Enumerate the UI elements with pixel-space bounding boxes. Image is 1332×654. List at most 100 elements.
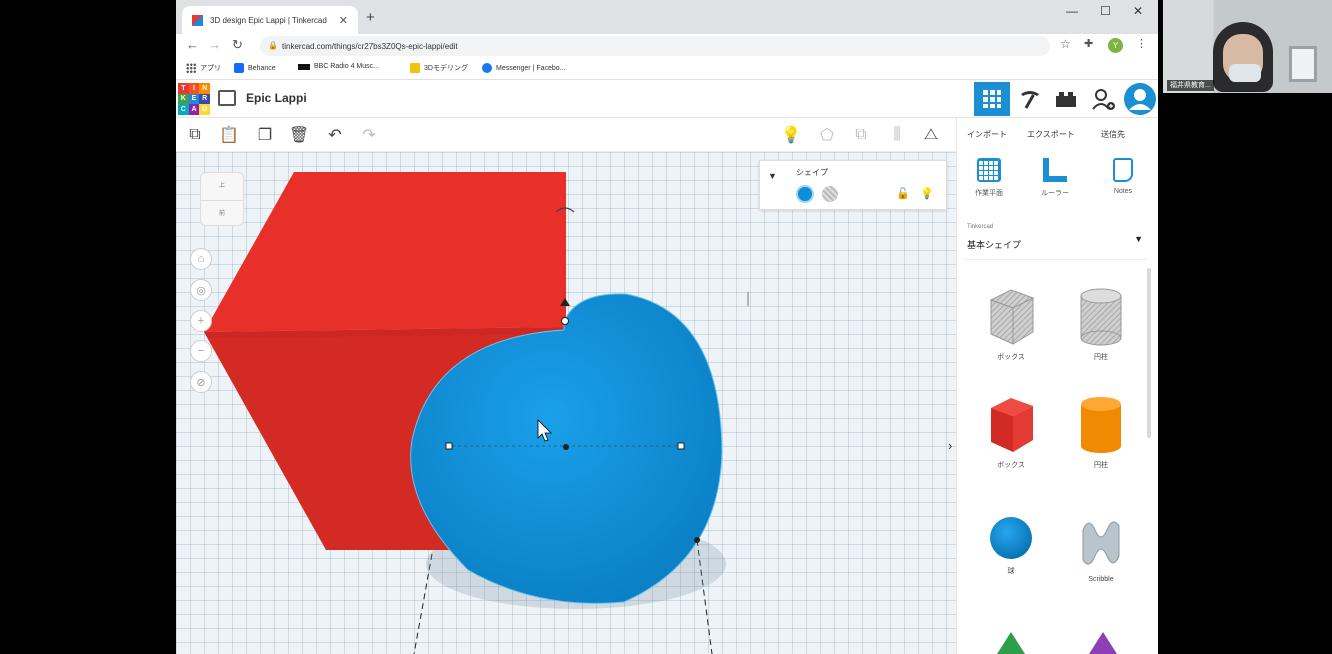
bookmark-apps[interactable]: アプリ [186, 63, 221, 73]
align-icon[interactable]: ⫼ [886, 124, 908, 146]
lock-icon: 🔒 [268, 41, 278, 50]
paste-icon[interactable]: 📋 [218, 124, 240, 146]
shape-box-hole[interactable]: ボックス [971, 286, 1051, 362]
back-icon[interactable]: ← [186, 37, 199, 52]
folder-icon [410, 63, 420, 73]
profile-avatar[interactable]: Y [1108, 38, 1123, 53]
bricks-view-button[interactable] [1048, 82, 1084, 116]
import-button[interactable]: インポート [967, 129, 1007, 140]
redo-icon[interactable]: ↷ [358, 124, 380, 146]
minimize-button[interactable]: — [1066, 4, 1078, 18]
bookmark-bbc[interactable]: BBC Radio 4 Musc... [298, 63, 379, 70]
blocks-view-button[interactable] [1012, 82, 1048, 116]
panel-tools: 作業平面 ルーラー Notes [957, 154, 1158, 214]
logo-tile: D [199, 104, 210, 115]
cylinder-icon [1081, 397, 1121, 453]
bricks-icon [1056, 92, 1076, 107]
bookmark-behance[interactable]: Behance [234, 63, 276, 73]
workplane-tool[interactable]: 作業平面 [959, 158, 1019, 198]
view-cube-top[interactable]: 上 [201, 173, 243, 200]
browser-titlebar: 3D design Epic Lappi | Tinkercad ✕ + — ☐… [176, 0, 1158, 34]
grid-icon [983, 90, 1001, 108]
design-menu-icon[interactable] [218, 90, 236, 106]
share-people-button[interactable] [1086, 82, 1122, 116]
duplicate-icon[interactable]: ❐ [254, 124, 276, 146]
group-icon[interactable]: ⬠ [816, 124, 838, 146]
export-button[interactable]: エクスポート [1027, 129, 1075, 140]
tab-close-icon[interactable]: ✕ [339, 14, 348, 27]
notes-icon [1113, 158, 1133, 182]
zoom-in-icon[interactable]: + [190, 310, 212, 332]
send-to-button[interactable]: 送信先 [1101, 129, 1125, 140]
shape-pyramid-partial[interactable] [991, 628, 1031, 654]
mask [1229, 64, 1261, 82]
panel-scrollbar[interactable] [1147, 268, 1151, 438]
perspective-icon[interactable]: ⊘ [190, 371, 212, 393]
logo-tile: K [178, 93, 189, 105]
zoom-out-icon[interactable]: − [190, 340, 212, 362]
copy-icon[interactable]: ⧉ [184, 124, 206, 146]
shape-cone-partial[interactable] [1083, 628, 1123, 654]
bookmark-messenger[interactable]: Messenger | Facebo... [482, 63, 566, 73]
logo-tile: N [199, 83, 210, 94]
solid-color-swatch[interactable] [796, 185, 814, 203]
star-icon[interactable]: ☆ [1060, 37, 1071, 51]
lock-toggle-icon[interactable]: 🔓 [896, 187, 910, 200]
home-view-icon[interactable]: ⌂ [190, 248, 212, 270]
apps-grid-icon [186, 63, 196, 73]
close-window-button[interactable]: ✕ [1133, 4, 1143, 18]
3d-design-view-button[interactable] [974, 82, 1010, 116]
workplane-canvas[interactable]: 上 前 ⌂ ◎ + − ⊘ [176, 152, 956, 654]
view-cube-front[interactable]: 前 [201, 200, 243, 227]
menu-kebab-icon[interactable]: ⋮ [1136, 37, 1147, 50]
notes-tool[interactable]: Notes [1093, 158, 1153, 195]
visibility-bulb-icon[interactable]: 💡 [920, 187, 934, 200]
view-cube[interactable]: 上 前 [200, 172, 244, 226]
shape-library-select[interactable]: Tinkercad 基本シェイプ ▼ [963, 220, 1147, 260]
bookmark-3d-modeling[interactable]: 3Dモデリング [410, 63, 468, 73]
light-bulb-icon[interactable]: 💡 [780, 124, 802, 146]
scene-svg [204, 172, 749, 654]
panel-collapse-arrow-icon[interactable]: › [948, 438, 952, 453]
shape-scribble[interactable]: Scribble [1061, 510, 1141, 583]
browser-window: 3D design Epic Lappi | Tinkercad ✕ + — ☐… [176, 0, 1158, 654]
workplane-icon [977, 158, 1001, 182]
delete-icon[interactable]: 🗑 [288, 124, 310, 146]
user-avatar[interactable] [1122, 82, 1158, 116]
shapes-panel: インポート エクスポート 送信先 作業平面 ルーラー Notes Tinkerc… [956, 118, 1158, 654]
fit-view-icon[interactable]: ◎ [190, 279, 212, 301]
tinkercad-logo[interactable]: TINKERCAD [178, 83, 210, 115]
hole-swatch[interactable] [822, 186, 838, 202]
logo-tile: C [178, 104, 189, 115]
reload-icon[interactable]: ↻ [232, 37, 243, 53]
browser-tab[interactable]: 3D design Epic Lappi | Tinkercad ✕ [182, 6, 358, 34]
forward-icon[interactable]: → [208, 37, 221, 52]
project-title-area: Epic Lappi [218, 90, 307, 106]
mirror-icon[interactable]: ⧍ [920, 124, 942, 146]
new-tab-button[interactable]: + [366, 9, 375, 26]
shape-inspector: ▼ シェイプ 🔓 💡 [759, 160, 947, 210]
tinkercad-header: TINKERCAD Epic Lappi [176, 80, 1158, 118]
shape-cylinder[interactable]: 円柱 [1061, 394, 1141, 470]
shape-box[interactable]: ボックス [971, 394, 1051, 470]
add-user-icon [1092, 89, 1115, 110]
scribble-icon [1082, 521, 1120, 565]
pickaxe-icon [1021, 91, 1039, 109]
undo-icon[interactable]: ↶ [324, 124, 346, 146]
ungroup-icon[interactable]: ⧉ [850, 124, 872, 146]
library-source: Tinkercad [967, 224, 994, 230]
panel-tabs: インポート エクスポート 送信先 [957, 118, 1158, 152]
maximize-button[interactable]: ☐ [1100, 4, 1111, 18]
tab-title: 3D design Epic Lappi | Tinkercad [210, 15, 327, 25]
shape-sphere[interactable]: 球 [971, 510, 1051, 576]
collapse-inspector-icon[interactable]: ▼ [768, 171, 777, 181]
address-bar[interactable]: 🔒 tinkercad.com/things/cr27bs3Z0Qs-epic-… [260, 36, 1050, 56]
chevron-down-icon: ▼ [1134, 234, 1143, 244]
shape-cylinder-hole[interactable]: 円柱 [1061, 286, 1141, 362]
extensions-icon[interactable]: ✚ [1084, 37, 1093, 50]
bookmarks-bar: アプリ Behance BBC Radio 4 Musc... 3Dモデリング … [176, 58, 1158, 80]
project-name[interactable]: Epic Lappi [246, 91, 307, 105]
library-name: 基本シェイプ [967, 240, 1022, 250]
inspector-title: シェイプ [796, 168, 828, 177]
ruler-tool[interactable]: ルーラー [1025, 158, 1085, 198]
